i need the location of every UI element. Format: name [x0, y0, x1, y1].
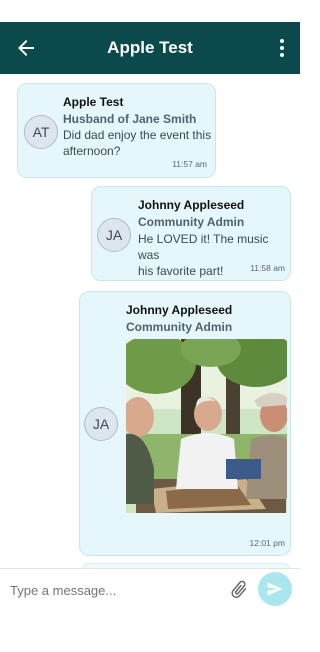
arrow-left-icon[interactable]: [14, 36, 38, 60]
message-text: Did dad enjoy the event this afternoon?: [63, 128, 212, 158]
more-vertical-icon[interactable]: [278, 36, 286, 60]
chess-photo[interactable]: [126, 339, 287, 513]
sender-role: Community Admin: [126, 320, 233, 334]
sender-role: Husband of Jane Smith: [63, 112, 197, 126]
send-button[interactable]: [258, 572, 292, 606]
status-bar: [0, 0, 300, 22]
sender-name: Johnny Appleseed: [126, 303, 233, 317]
message-bubble-incoming[interactable]: AT Apple Test Husband of Jane Smith Did …: [17, 83, 216, 178]
avatar: JA: [84, 407, 118, 441]
avatar: AT: [24, 115, 58, 149]
message-bubble-outgoing-image[interactable]: JA Johnny Appleseed Community Admin 12:0…: [79, 291, 291, 556]
message-time: 12:01 pm: [249, 538, 285, 548]
message-time: 11:57 am: [172, 159, 207, 169]
paperclip-icon[interactable]: [228, 578, 250, 602]
message-bubble-outgoing[interactable]: JA Johnny Appleseed Community Admin He L…: [91, 186, 291, 281]
sender-role: Community Admin: [138, 215, 245, 229]
chat-title: Apple Test: [107, 38, 193, 57]
sender-name: Johnny Appleseed: [138, 198, 245, 212]
message-time: 11:58 am: [250, 263, 285, 273]
chat-header: Apple Test: [0, 22, 300, 74]
message-composer: [0, 568, 300, 610]
sender-name: Apple Test: [63, 95, 124, 109]
message-input[interactable]: [10, 579, 220, 601]
send-icon: [267, 582, 283, 596]
avatar: JA: [97, 218, 131, 252]
